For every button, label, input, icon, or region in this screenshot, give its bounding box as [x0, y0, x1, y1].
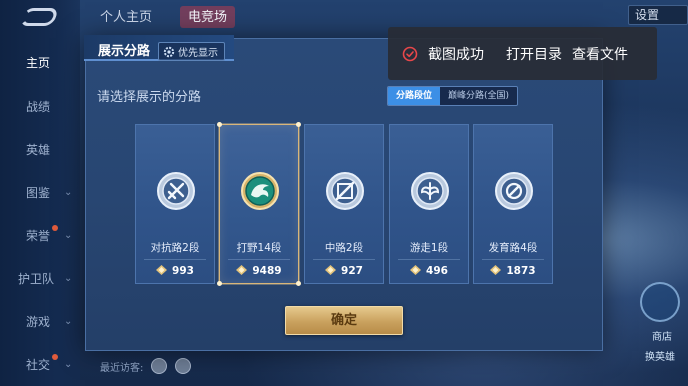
- sidebar-item-label: 荣誉: [26, 229, 51, 243]
- sidebar-item-label: 游戏: [26, 315, 51, 329]
- avatar[interactable]: [175, 358, 192, 374]
- chevron-down-icon: ⌄: [64, 273, 73, 284]
- check-circle-icon: [402, 46, 418, 61]
- divider: [228, 259, 290, 260]
- toast-message: 截图成功: [428, 46, 484, 63]
- open-directory-link[interactable]: 打开目录: [506, 44, 562, 64]
- notification-dot: [52, 354, 58, 360]
- selection-corner: [217, 281, 222, 286]
- gear-icon: [163, 46, 175, 57]
- target-badge-icon: [495, 172, 533, 210]
- switch-hero-label: 换英雄: [645, 352, 675, 363]
- sidebar-item-label: 护卫队: [18, 272, 55, 286]
- slash-badge-icon: [326, 172, 364, 210]
- divider: [398, 259, 460, 260]
- lane-score: 993: [136, 265, 214, 277]
- lane-mode-segmented: 分路段位 巅峰分路(全国): [387, 86, 519, 106]
- tab-esports[interactable]: 电竞场: [180, 6, 236, 28]
- lane-name: 发育路4段: [488, 242, 538, 254]
- confirm-button[interactable]: 确定: [285, 306, 403, 335]
- lane-card-farm[interactable]: 发育路4段 1873: [473, 124, 553, 284]
- screenshot-toast: 截图成功 打开目录 查看文件: [388, 27, 657, 80]
- chevron-down-icon: ⌄: [64, 316, 73, 327]
- priority-display-label: 优先显示: [178, 48, 218, 59]
- sidebar-item-label: 战绩: [26, 100, 51, 114]
- lane-name: 打野14段: [236, 242, 282, 254]
- visitors-label: 最近访客:: [100, 362, 144, 374]
- lane-card-mid[interactable]: 中路2段 927: [304, 124, 384, 284]
- lane-score: 496: [390, 265, 468, 277]
- sidebar-item-label: 社交: [26, 358, 51, 372]
- tab-profile[interactable]: 个人主页: [100, 6, 152, 28]
- divider: [144, 259, 206, 260]
- divider: [482, 259, 544, 260]
- avatar[interactable]: [151, 358, 168, 374]
- chevron-down-icon: ⌄: [64, 230, 73, 241]
- sidebar-item-records[interactable]: 战绩: [0, 92, 80, 122]
- shop-button[interactable]: 商店: [640, 282, 680, 343]
- back-logo-icon[interactable]: [18, 8, 60, 26]
- gem-icon: [325, 265, 337, 275]
- priority-display-button[interactable]: 优先显示: [158, 42, 225, 61]
- gem-icon: [156, 265, 168, 275]
- top-tabs: 个人主页 电竞场: [100, 6, 236, 28]
- lane-name: 游走1段: [409, 242, 449, 254]
- sidebar-item-codex[interactable]: 图鉴 ⌄: [0, 178, 80, 208]
- gem-icon: [410, 265, 422, 275]
- sidebar-item-home[interactable]: 主页: [0, 48, 80, 78]
- recent-visitors: 最近访客:: [100, 358, 192, 374]
- lane-name: 对抗路2段: [150, 242, 200, 254]
- lane-card-jungle[interactable]: 打野14段 9489: [217, 122, 301, 286]
- sidebar-item-social[interactable]: 社交 ⌄: [0, 350, 80, 380]
- selection-corner: [296, 122, 301, 127]
- selection-corner: [217, 122, 222, 127]
- lane-score: 1873: [474, 265, 552, 277]
- wing-badge-icon: [411, 172, 449, 210]
- sidebar-item-games[interactable]: 游戏 ⌄: [0, 307, 80, 337]
- divider: [313, 259, 375, 260]
- sidebar-item-label: 主页: [26, 56, 51, 70]
- tab-peak-lane-national[interactable]: 巅峰分路(全国): [440, 87, 518, 105]
- sidebar-item-guard[interactable]: 护卫队 ⌄: [0, 264, 80, 294]
- dialog-subtitle: 请选择展示的分路: [97, 90, 202, 105]
- sidebar: 主页 战绩 英雄 图鉴 ⌄ 荣誉 ⌄ 护卫队 ⌄ 游戏 ⌄ 社交 ⌄: [0, 0, 80, 386]
- gem-icon: [490, 265, 502, 275]
- lane-score: 9489: [220, 265, 298, 277]
- lane-score: 927: [305, 265, 383, 277]
- dragon-badge-icon: [241, 172, 279, 210]
- selection-corner: [296, 281, 301, 286]
- dialog-title: 展示分路: [98, 44, 151, 59]
- sword-badge-icon: [157, 172, 195, 210]
- notification-dot: [52, 225, 58, 231]
- sidebar-item-label: 英雄: [26, 143, 51, 157]
- sidebar-item-honor[interactable]: 荣誉 ⌄: [0, 221, 80, 251]
- chevron-down-icon: ⌄: [64, 359, 73, 370]
- sidebar-item-heroes[interactable]: 英雄: [0, 135, 80, 165]
- settings-button[interactable]: 设置: [628, 5, 688, 25]
- lane-card-top[interactable]: 对抗路2段 993: [135, 124, 215, 284]
- chevron-down-icon: ⌄: [64, 187, 73, 198]
- lane-card-support[interactable]: 游走1段 496: [389, 124, 469, 284]
- shop-label: 商店: [652, 332, 672, 343]
- lane-name: 中路2段: [324, 242, 364, 254]
- sidebar-item-label: 图鉴: [26, 186, 51, 200]
- view-file-link[interactable]: 查看文件: [572, 44, 628, 64]
- tab-lane-rank[interactable]: 分路段位: [388, 87, 441, 105]
- gem-icon: [236, 265, 248, 275]
